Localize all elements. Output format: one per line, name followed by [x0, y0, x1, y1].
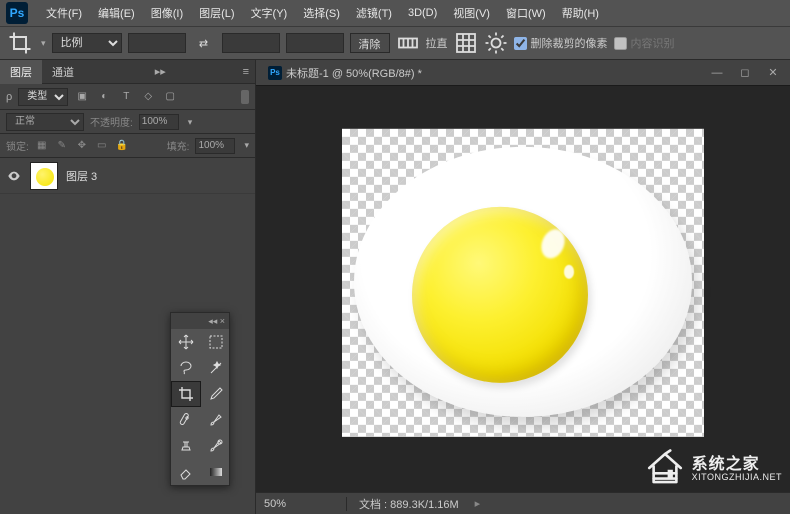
content-aware-checkbox[interactable]: 内容识别 — [614, 35, 675, 51]
marquee-tool[interactable] — [201, 329, 231, 355]
menu-help[interactable]: 帮助(H) — [554, 1, 607, 25]
document-status[interactable]: 文档 : 889.3K/1.16M — [359, 496, 459, 512]
canvas[interactable] — [342, 129, 704, 437]
move-tool[interactable] — [171, 329, 201, 355]
lock-label: 锁定: — [6, 138, 29, 153]
canvas-viewport[interactable] — [256, 86, 790, 492]
lock-artboard-icon[interactable]: ▭ — [95, 139, 109, 153]
menu-bar: Ps 文件(F) 编辑(E) 图像(I) 图层(L) 文字(Y) 选择(S) 滤… — [0, 0, 790, 26]
fill-input[interactable] — [195, 138, 235, 154]
eraser-tool[interactable] — [171, 459, 201, 485]
panel-tabs: 图层 通道 ▸▸ ≡ — [0, 60, 255, 84]
menu-window[interactable]: 窗口(W) — [498, 1, 554, 25]
clone-stamp-tool[interactable] — [171, 433, 201, 459]
menu-file[interactable]: 文件(F) — [38, 1, 90, 25]
history-brush-tool[interactable] — [201, 433, 231, 459]
lock-pixels-icon[interactable]: ✎ — [55, 139, 69, 153]
menu-view[interactable]: 视图(V) — [445, 1, 498, 25]
opacity-chevron-icon[interactable] — [185, 116, 193, 128]
layer-row[interactable]: 图层 3 — [0, 158, 255, 194]
layer-name[interactable]: 图层 3 — [66, 168, 97, 184]
artwork-egg-white — [354, 147, 692, 417]
tab-layers[interactable]: 图层 — [0, 60, 42, 84]
straighten-icon[interactable] — [396, 31, 420, 55]
document-title: 未标题-1 @ 50%(RGB/8#) * — [286, 65, 422, 81]
lock-all-icon[interactable]: 🔒 — [115, 139, 129, 153]
crop-tool-icon[interactable] — [8, 31, 32, 55]
opacity-input[interactable] — [139, 114, 179, 130]
brush-tool[interactable] — [201, 407, 231, 433]
menu-type[interactable]: 文字(Y) — [243, 1, 296, 25]
panel-menu-icon[interactable]: ≡ — [237, 64, 255, 80]
menu-select[interactable]: 选择(S) — [295, 1, 348, 25]
document-area: Ps 未标题-1 @ 50%(RGB/8#) * — ◻ ✕ 50% 文档 : … — [256, 60, 790, 514]
window-maximize-button[interactable]: ◻ — [732, 64, 758, 82]
menu-layer[interactable]: 图层(L) — [191, 1, 242, 25]
crop-width-input[interactable] — [128, 33, 186, 53]
crop-resolution-input[interactable] — [286, 33, 344, 53]
app-logo: Ps — [6, 2, 28, 24]
filter-smart-icon[interactable]: ▢ — [162, 89, 178, 105]
tool-preset-chevron-icon[interactable] — [38, 37, 46, 49]
lock-transparency-icon[interactable]: ▦ — [35, 139, 49, 153]
zoom-level[interactable]: 50% — [264, 498, 334, 510]
eyedropper-tool[interactable] — [201, 381, 231, 407]
delete-cropped-checkbox[interactable]: 删除裁剪的像素 — [514, 35, 608, 51]
clear-button[interactable]: 清除 — [350, 33, 390, 53]
layer-filter-row: ρ 类型 ▣ ◐ T ◇ ▢ — [0, 84, 255, 110]
menu-edit[interactable]: 编辑(E) — [90, 1, 143, 25]
aspect-preset-select[interactable]: 比例 — [52, 33, 122, 53]
filter-shape-icon[interactable]: ◇ — [140, 89, 156, 105]
filter-pixel-icon[interactable]: ▣ — [74, 89, 90, 105]
document-tabbar: Ps 未标题-1 @ 50%(RGB/8#) * — ◻ ✕ — [256, 60, 790, 86]
layer-blend-row: 正常 不透明度: — [0, 110, 255, 134]
menu-filter[interactable]: 滤镜(T) — [348, 1, 400, 25]
window-close-button[interactable]: ✕ — [760, 64, 786, 82]
swap-dimensions-icon[interactable]: ⇄ — [192, 31, 216, 55]
ps-doc-icon: Ps — [268, 66, 282, 80]
panel-collapse-icon[interactable]: ▸▸ — [149, 63, 172, 80]
filter-toggle[interactable] — [241, 90, 249, 104]
menu-image[interactable]: 图像(I) — [143, 1, 191, 25]
menu-3d[interactable]: 3D(D) — [400, 3, 445, 23]
layer-filter-kind-select[interactable]: 类型 — [18, 88, 68, 106]
overlay-grid-icon[interactable] — [454, 31, 478, 55]
fill-chevron-icon[interactable] — [241, 140, 249, 151]
crop-settings-icon[interactable] — [484, 31, 508, 55]
status-bar: 50% 文档 : 889.3K/1.16M ▸ — [256, 492, 790, 514]
lasso-tool[interactable] — [171, 355, 201, 381]
fill-label: 填充: — [167, 138, 190, 153]
options-bar: 比例 ⇄ 清除 拉直 删除裁剪的像素 内容识别 — [0, 26, 790, 60]
tab-channels[interactable]: 通道 — [42, 60, 84, 84]
layer-lock-row: 锁定: ▦ ✎ ✥ ▭ 🔒 填充: — [0, 134, 255, 158]
artwork-egg-yolk — [412, 207, 588, 383]
document-tab[interactable]: Ps 未标题-1 @ 50%(RGB/8#) * — [260, 63, 430, 83]
crop-tool[interactable] — [171, 381, 201, 407]
healing-brush-tool[interactable] — [171, 407, 201, 433]
crop-height-input[interactable] — [222, 33, 280, 53]
window-minimize-button[interactable]: — — [704, 64, 730, 82]
opacity-label: 不透明度: — [90, 114, 133, 129]
layer-thumbnail[interactable] — [30, 162, 58, 190]
straighten-label: 拉直 — [426, 35, 448, 51]
filter-type-icon[interactable]: T — [118, 89, 134, 105]
lock-position-icon[interactable]: ✥ — [75, 139, 89, 153]
gradient-tool[interactable] — [201, 459, 231, 485]
magic-wand-tool[interactable] — [201, 355, 231, 381]
filter-adjust-icon[interactable]: ◐ — [96, 89, 112, 105]
blend-mode-select[interactable]: 正常 — [6, 113, 84, 131]
tools-panel-header[interactable]: ◂◂ × — [171, 313, 229, 329]
layer-visibility-icon[interactable] — [6, 168, 22, 184]
status-chevron-icon[interactable]: ▸ — [475, 497, 481, 510]
tools-panel: ◂◂ × — [170, 312, 230, 486]
